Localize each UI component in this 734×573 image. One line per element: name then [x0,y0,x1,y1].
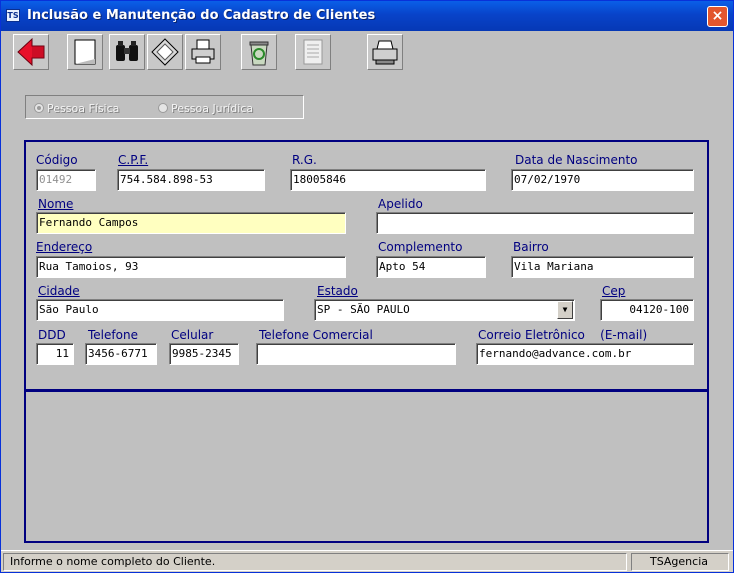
radio-dot-icon [158,103,168,113]
chevron-down-icon[interactable]: ▼ [557,301,573,319]
endereco-field[interactable]: Rua Tamoios, 93 [36,256,346,278]
detail-panel [24,390,709,543]
label-ddd: DDD [38,328,66,342]
status-app-name: TSAgencia [631,553,729,571]
data-nascimento-field[interactable]: 07/02/1970 [511,169,694,191]
label-telefone-comercial: Telefone Comercial [259,328,373,342]
estado-selected-value: SP - SÃO PAULO [317,303,410,316]
label-data-nascimento: Data de Nascimento [515,153,638,167]
label-bairro: Bairro [513,240,549,254]
status-message: Informe o nome completo do Cliente. [3,553,627,571]
telefone-field[interactable]: 3456-6771 [85,343,157,365]
telefone-comercial-field[interactable] [256,343,456,365]
report-button[interactable] [295,34,331,70]
cidade-field[interactable]: São Paulo [36,299,284,321]
report-list-icon [303,39,323,65]
email-field[interactable]: fernando@advance.com.br [476,343,694,365]
radio-label: Pessoa Jurídica [171,102,254,115]
label-cidade: Cidade [38,284,80,298]
form-panel: Código 01492 C.P.F. 754.584.898-53 R.G. … [24,140,709,391]
window-title: Inclusão e Manutenção do Cadastro de Cli… [27,8,376,23]
codigo-field[interactable]: 01492 [36,169,96,191]
cep-field[interactable]: 04120-100 [600,299,694,321]
new-button[interactable] [67,34,103,70]
printer-icon [372,40,398,65]
main-window: TS Inclusão e Manutenção do Cadastro de … [0,0,734,573]
label-email: Correio Eletrônico (E-mail) [478,328,648,342]
cpf-field[interactable]: 754.584.898-53 [117,169,265,191]
save-button[interactable] [147,34,183,70]
binoculars-icon [116,41,138,61]
radio-pessoa-juridica[interactable]: Pessoa Jurídica [158,102,253,115]
title-bar[interactable]: TS Inclusão e Manutenção do Cadastro de … [1,1,733,31]
back-arrow-icon [17,37,45,67]
tipo-pessoa-group: Pessoa Física Pessoa Jurídica [25,95,304,119]
print-preview-icon [191,39,215,64]
label-complemento: Complemento [378,240,463,254]
new-document-icon [74,39,96,65]
back-button[interactable] [13,34,49,70]
radio-pessoa-fisica[interactable]: Pessoa Física [34,102,119,115]
label-telefone: Telefone [88,328,138,342]
label-rg: R.G. [292,153,317,167]
label-cpf: C.P.F. [118,153,149,167]
nome-field[interactable]: Fernando Campos [36,212,346,234]
rg-field[interactable]: 18005846 [290,169,486,191]
label-codigo: Código [36,153,78,167]
status-bar: Informe o nome completo do Cliente. TSAg… [1,550,733,572]
label-nome: Nome [38,197,74,211]
estado-select[interactable]: SP - SÃO PAULO ▼ [314,299,575,321]
radio-label: Pessoa Física [47,102,120,115]
label-celular: Celular [171,328,214,342]
complemento-field[interactable]: Apto 54 [376,256,486,278]
search-button[interactable] [109,34,145,70]
recycle-bin-icon [249,41,269,66]
label-cep: Cep [602,284,626,298]
app-icon: TS [6,9,20,22]
delete-button[interactable] [241,34,277,70]
label-endereco: Endereço [36,240,93,254]
diskette-save-icon [151,38,179,66]
print-button[interactable] [367,34,403,70]
toolbar [1,31,733,73]
ddd-field[interactable]: 11 [36,343,74,365]
apelido-field[interactable] [376,212,694,234]
label-apelido: Apelido [378,197,423,211]
label-estado: Estado [317,284,358,298]
bairro-field[interactable]: Vila Mariana [511,256,694,278]
radio-dot-icon [34,103,44,113]
close-button[interactable]: × [707,6,728,27]
print-preview-button[interactable] [185,34,221,70]
celular-field[interactable]: 9985-2345 [169,343,239,365]
